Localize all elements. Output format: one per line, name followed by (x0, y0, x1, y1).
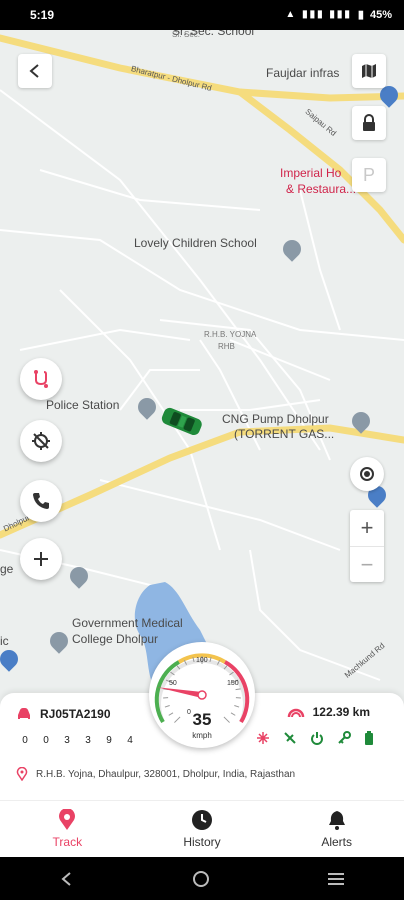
vehicle-car-icon[interactable] (158, 406, 206, 436)
lock-icon (363, 114, 375, 131)
map-label-imperial: Imperial Ho (280, 166, 342, 180)
speedometer-icon (287, 708, 304, 718)
location-pin-icon (59, 809, 76, 830)
odometer: 0 0 3 3 9 4 (20, 735, 135, 746)
distance-value: 122.39 km (312, 705, 370, 719)
location-pin-icon (16, 767, 28, 781)
gauge-tick-100: 100 (196, 657, 208, 664)
map-label-govt-2: College Dholpur (72, 632, 159, 646)
map-icon (362, 64, 376, 78)
my-location-button[interactable] (350, 457, 384, 491)
map-label-school-sub: Sr. Sec. (172, 30, 201, 39)
ac-snowflake-icon (257, 732, 269, 744)
map-label-faujdar: Faujdar infras (266, 66, 340, 80)
distance-row: 122.39 km (287, 705, 370, 719)
map-label-ic: ic (0, 634, 9, 648)
map-label-ge: ge (0, 562, 14, 576)
signal-icon: ▲ ▮▮▮ ▮▮▮ (285, 9, 352, 20)
target-icon (360, 467, 374, 481)
gauge-tick-mark (234, 705, 240, 708)
map-label-cng-2: (TORRENT GAS... (234, 427, 335, 441)
zoom-controls: + − (350, 510, 384, 582)
speedometer-gauge: 0 50 100 150 35 kmph (149, 642, 255, 748)
lock-button[interactable] (352, 106, 386, 140)
chevron-left-icon (29, 64, 39, 78)
map-label-police: Police Station (46, 398, 120, 412)
map-label-rhb: R.H.B. YOJNA (204, 330, 257, 339)
home-nav-icon[interactable] (192, 870, 210, 888)
odometer-digit: 0 (43, 735, 49, 746)
bell-icon (328, 811, 345, 830)
ignition-key-icon (338, 731, 351, 744)
zoom-out-button[interactable]: − (350, 546, 384, 582)
vehicle-row: RJ05TA2190 (16, 707, 111, 721)
gps-icon (284, 732, 296, 744)
car-icon (18, 708, 30, 719)
battery-status-icon (365, 731, 373, 745)
call-button[interactable] (20, 480, 62, 522)
back-button[interactable] (18, 54, 52, 88)
battery-level: 45% (369, 8, 392, 21)
odometer-digit: 3 (64, 735, 70, 746)
location-off-icon (32, 432, 50, 450)
speed-value: 35 (192, 710, 212, 729)
location-off-button[interactable] (20, 420, 62, 462)
vehicle-id: RJ05TA2190 (40, 707, 111, 721)
map-view[interactable]: Sr. Sec. School Sr. Sec. Faujdar infras … (0, 30, 404, 720)
nav-track-label: Track (52, 835, 83, 849)
map-label-lovely: Lovely Children School (134, 236, 257, 250)
vehicle-status-icons (256, 731, 374, 745)
route-icon (34, 370, 48, 388)
nav-alerts-label: Alerts (321, 835, 353, 849)
gauge-tick-mark (164, 705, 170, 708)
zoom-in-button[interactable]: + (350, 510, 384, 546)
map-label-govt: Government Medical (72, 616, 183, 630)
vehicle-address: R.H.B. Yojna, Dhaulpur, 328001, Dholpur,… (36, 768, 296, 780)
add-button[interactable] (20, 538, 62, 580)
odometer-digit: 3 (85, 735, 91, 746)
nav-history-label: History (183, 835, 221, 849)
plus-icon (34, 552, 48, 566)
battery-icon: ▮ (357, 9, 364, 21)
clock-icon (192, 810, 212, 830)
speed-unit: kmph (192, 731, 212, 740)
gauge-tick-50: 50 (169, 680, 177, 687)
map-type-button[interactable] (352, 54, 386, 88)
nav-history[interactable]: History (135, 801, 270, 857)
gauge-tick-150: 150 (227, 680, 239, 687)
map-label-cng: CNG Pump Dholpur (222, 412, 329, 426)
menu-nav-icon[interactable] (327, 871, 345, 887)
address-row: R.H.B. Yojna, Dhaulpur, 328001, Dholpur,… (16, 767, 295, 781)
system-nav-bar (0, 857, 404, 900)
status-right: ▲ ▮▮▮ ▮▮▮ ▮ 45% (285, 8, 392, 22)
map-label-imperial-2: & Restaura... (286, 182, 357, 196)
nav-track[interactable]: Track (0, 801, 135, 857)
odometer-digit: 9 (106, 735, 112, 746)
phone-icon (33, 493, 49, 509)
bottom-nav: Track History Alerts (0, 800, 404, 857)
map-label-rhb-2: RHB (218, 342, 235, 351)
parking-button[interactable]: P (352, 158, 386, 192)
status-bar: 5:19 ▲ ▮▮▮ ▮▮▮ ▮ 45% (0, 0, 404, 30)
nav-alerts[interactable]: Alerts (269, 801, 404, 857)
odometer-digit: 0 (22, 735, 28, 746)
power-icon (311, 732, 323, 745)
odometer-digit: 4 (127, 735, 133, 746)
status-time: 5:19 (30, 8, 55, 22)
route-button[interactable] (20, 358, 62, 400)
gauge-tick-mark (235, 688, 241, 691)
back-nav-icon[interactable] (59, 871, 75, 887)
